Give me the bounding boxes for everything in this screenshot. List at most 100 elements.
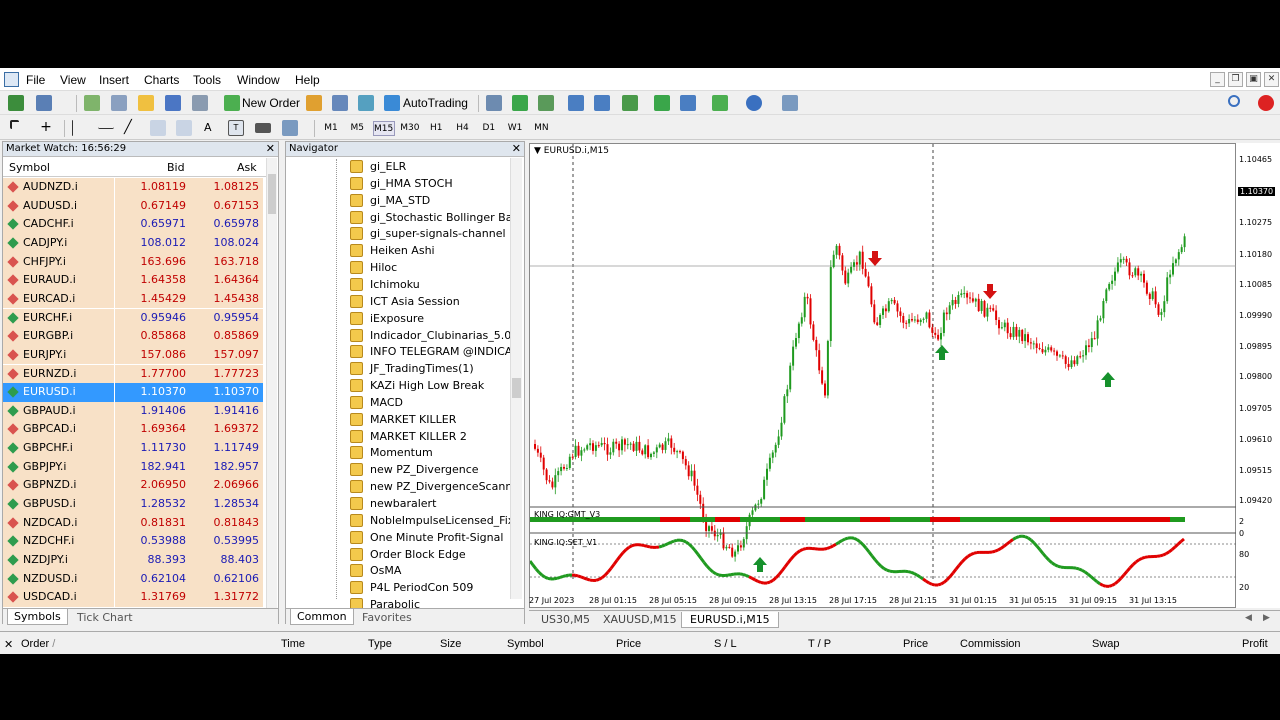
text-icon[interactable]: A (204, 120, 220, 136)
market-watch-row[interactable]: GBPUSD.i 1.28532 1.28534 (3, 495, 268, 514)
autotrading-button[interactable]: AutoTrading (403, 96, 468, 110)
market-watch-row[interactable]: GBPCAD.i 1.69364 1.69372 (3, 420, 268, 440)
shapes-icon[interactable] (282, 120, 298, 136)
close-icon[interactable]: ✕ (266, 142, 275, 156)
navigator-item[interactable]: ICT Asia Session (350, 293, 510, 310)
scroll-thumb[interactable] (268, 174, 276, 214)
tab-us30[interactable]: US30,M5 (533, 612, 598, 628)
navigator-item[interactable]: OsMA (350, 562, 510, 579)
navigator-item[interactable]: gi_ELR (350, 158, 510, 175)
menu-insert[interactable]: Insert (99, 73, 129, 87)
market-watch-row[interactable]: EURJPY.i 157.086 157.097 (3, 345, 268, 365)
col-symbol[interactable]: Symbol (9, 161, 50, 174)
col-bid[interactable]: Bid (167, 161, 185, 174)
navigator-item[interactable]: Order Block Edge (350, 546, 510, 563)
navigator-item[interactable]: P4L PeriodCon 509 (350, 579, 510, 596)
col-time[interactable]: Time (281, 638, 305, 650)
zoom-out-icon[interactable] (594, 95, 610, 111)
terminal-close-icon[interactable]: ✕ (4, 638, 13, 651)
navigator-item[interactable]: MACD (350, 394, 510, 411)
market-watch-row[interactable]: AUDNZD.i 1.08119 1.08125 (3, 178, 268, 197)
tab-scroll-left-icon[interactable]: ◀ (1245, 613, 1252, 623)
candlesticks-icon[interactable] (512, 95, 528, 111)
tab-scroll-right-icon[interactable]: ▶ (1263, 613, 1270, 623)
tester-icon[interactable] (192, 95, 208, 111)
tab-symbols[interactable]: Symbols (7, 609, 68, 625)
navigator-item[interactable]: gi_HMA STOCH (350, 175, 510, 192)
templates-icon[interactable] (782, 95, 798, 111)
market-watch-row[interactable]: EURAUD.i 1.64358 1.64364 (3, 271, 268, 290)
timeframe-h1[interactable]: H1 (425, 121, 447, 136)
navigator-item[interactable]: new PZ_Divergence (350, 461, 510, 478)
navigator-item[interactable]: newbaralert (350, 495, 510, 512)
market-watch-row[interactable]: GBPCHF.i 1.11730 1.11749 (3, 439, 268, 458)
market-watch-row[interactable]: CADCHF.i 0.65971 0.65978 (3, 215, 268, 234)
timeframe-m30[interactable]: M30 (399, 121, 421, 136)
tab-tick-chart[interactable]: Tick Chart (77, 610, 133, 625)
fibonacci-icon[interactable] (176, 120, 192, 136)
market-watch-row[interactable]: AUDUSD.i 0.67149 0.67153 (3, 196, 268, 216)
minimize-icon[interactable]: _ (1210, 72, 1225, 87)
navigator-item[interactable]: JF_TradingTimes(1) (350, 360, 510, 377)
navigator-item[interactable]: KAZi High Low Break (350, 377, 510, 394)
crosshair-icon[interactable]: + (38, 120, 54, 136)
menu-file[interactable]: File (26, 73, 45, 87)
market-watch-row[interactable]: USDCAD.i 1.31769 1.31772 (3, 588, 268, 607)
col-price[interactable]: Price (616, 638, 641, 650)
channel-icon[interactable] (150, 120, 166, 136)
line-chart-icon[interactable] (538, 95, 554, 111)
col-swap[interactable]: Swap (1092, 638, 1120, 650)
navigator-item[interactable]: INFO TELEGRAM @INDICAL (350, 343, 510, 360)
navigator-item[interactable]: MARKET KILLER 2 (350, 428, 510, 445)
new-order-button[interactable]: New Order (242, 96, 300, 110)
tab-favorites[interactable]: Favorites (362, 610, 412, 625)
col-sl[interactable]: S / L (714, 638, 737, 650)
timeframe-d1[interactable]: D1 (478, 121, 500, 136)
tab-eurusd[interactable]: EURUSD.i,M15 (681, 612, 779, 628)
navigator-item[interactable]: Hiloc (350, 259, 510, 276)
new-order-icon[interactable] (224, 95, 240, 111)
menu-view[interactable]: View (60, 73, 86, 87)
periods-icon[interactable] (746, 95, 762, 111)
horizontal-line-icon[interactable] (98, 120, 114, 129)
bar-chart-icon[interactable] (486, 95, 502, 111)
price-chart[interactable] (528, 144, 1237, 609)
menu-tools[interactable]: Tools (193, 73, 221, 87)
tab-common[interactable]: Common (290, 609, 354, 625)
close-icon[interactable]: ✕ (1264, 72, 1279, 87)
options-icon[interactable] (332, 95, 348, 111)
indicators-icon[interactable] (712, 95, 728, 111)
market-watch-row[interactable]: CADJPY.i 108.012 108.024 (3, 233, 268, 253)
col-ask[interactable]: Ask (237, 161, 257, 174)
signals-icon[interactable] (358, 95, 374, 111)
timeframe-m1[interactable]: M1 (320, 121, 342, 136)
market-watch-row[interactable]: EURUSD.i 1.10370 1.10370 (3, 383, 268, 402)
market-watch-row[interactable]: EURCHF.i 0.95946 0.95954 (3, 308, 268, 328)
navigator-item[interactable]: gi_MA_STD (350, 192, 510, 209)
timeframe-mn[interactable]: MN (530, 121, 552, 136)
chart-window[interactable]: ▼ EURUSD.i,M15 KING IQ:GMT_V3 KING IQ:SE… (528, 143, 1237, 609)
navigator-scrollbar[interactable] (510, 158, 522, 599)
col-size[interactable]: Size (440, 638, 461, 650)
vertical-line-icon[interactable] (72, 120, 74, 136)
col-commission[interactable]: Commission (960, 638, 1021, 650)
menu-charts[interactable]: Charts (144, 73, 179, 87)
tile-windows-icon[interactable] (622, 95, 638, 111)
market-watch-row[interactable]: CHFJPY.i 163.696 163.718 (3, 252, 268, 272)
market-watch-scrollbar[interactable] (266, 158, 277, 608)
market-watch-row[interactable]: GBPJPY.i 182.941 182.957 (3, 457, 268, 477)
market-watch-icon[interactable] (84, 95, 100, 111)
market-watch-row[interactable]: NZDUSD.i 0.62104 0.62106 (3, 569, 268, 589)
market-watch-row[interactable]: EURCAD.i 1.45429 1.45438 (3, 289, 268, 309)
col-type[interactable]: Type (368, 638, 392, 650)
market-watch-row[interactable]: NZDCHF.i 0.53988 0.53995 (3, 532, 268, 551)
new-chart-icon[interactable] (8, 95, 24, 111)
text-label-icon[interactable]: T (228, 120, 244, 136)
market-watch-row[interactable]: EURGBP.i 0.85868 0.85869 (3, 327, 268, 346)
navigator-item[interactable]: new PZ_DivergenceScanner (350, 478, 510, 495)
col-profit[interactable]: Profit (1242, 638, 1268, 650)
restore-icon[interactable]: ❐ (1228, 72, 1243, 87)
navigator-item[interactable]: Momentum (350, 444, 510, 461)
timeframe-m15[interactable]: M15 (372, 121, 395, 136)
terminal-icon[interactable] (165, 95, 181, 111)
